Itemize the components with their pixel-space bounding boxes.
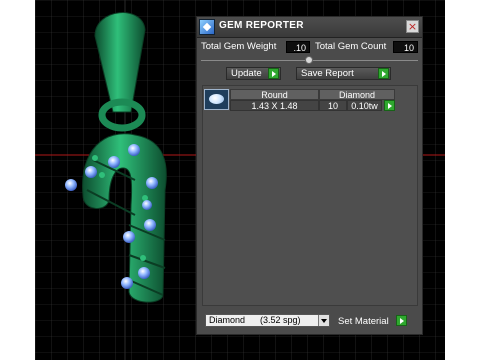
chevron-down-icon[interactable] <box>318 315 329 326</box>
save-report-button[interactable]: Save Report <box>296 67 391 80</box>
play-icon <box>268 68 279 79</box>
column-header-round: Round <box>230 89 319 100</box>
close-icon[interactable]: × <box>406 20 419 33</box>
save-report-button-label: Save Report <box>301 68 354 79</box>
gem-count-cell: 10 <box>319 100 347 111</box>
gem-reporter-panel: GEM REPORTER × Total Gem Weight .10 Tota… <box>196 16 423 335</box>
total-gem-weight-label: Total Gem Weight <box>201 41 277 52</box>
material-select-value: Diamond (3.52 spg) <box>209 315 301 325</box>
play-icon[interactable] <box>384 100 395 111</box>
app-icon <box>199 19 215 35</box>
window-title: GEM REPORTER <box>219 20 304 31</box>
gem-list: Round Diamond 1.43 X 1.48 10 0.10tw <box>202 85 418 306</box>
play-icon <box>378 68 389 79</box>
set-material-button[interactable]: Set Material <box>338 316 389 327</box>
gem-weight-cell: 0.10tw <box>347 100 382 111</box>
update-button[interactable]: Update <box>226 67 281 80</box>
total-gem-count-value: 10 <box>393 41 418 53</box>
title-bar[interactable]: GEM REPORTER × <box>197 17 422 38</box>
total-gem-count-label: Total Gem Count <box>315 41 387 52</box>
gem-size-cell: 1.43 X 1.48 <box>230 100 319 111</box>
material-select[interactable]: Diamond (3.52 spg) <box>205 314 330 327</box>
update-button-label: Update <box>231 68 262 79</box>
play-icon[interactable] <box>396 315 407 326</box>
total-gem-weight-value: .10 <box>286 41 310 53</box>
column-header-diamond: Diamond <box>319 89 395 100</box>
splitter-handle[interactable] <box>305 56 313 64</box>
gem-thumbnail[interactable] <box>204 89 229 110</box>
